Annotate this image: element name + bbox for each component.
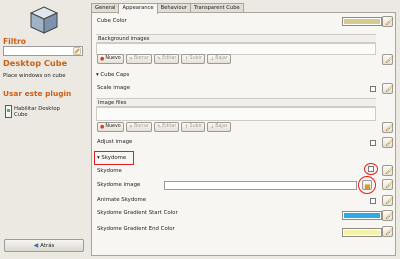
animate-skydome-checkbox[interactable] bbox=[370, 198, 376, 204]
delete-icon: ✕ bbox=[128, 56, 133, 62]
back-button-label: Atrás bbox=[40, 242, 55, 249]
reset-brush-icon: 🖌 bbox=[385, 18, 394, 26]
caps-new-label: Nuevo bbox=[105, 124, 121, 129]
bg-delete-button[interactable]: ✕ Borrar bbox=[125, 54, 152, 64]
reset-brush-icon: 🖌 bbox=[385, 167, 394, 175]
background-images-buttons: ● Nuevo ✕ Borrar ✎ Editar ↑ Subir ↓ Bajar bbox=[97, 54, 231, 64]
gradient-end-label: Skydome Gradient End Color bbox=[97, 226, 175, 232]
caps-down-button[interactable]: ↓ Bajar bbox=[206, 122, 231, 132]
skydome-image-label: Skydome image bbox=[97, 182, 141, 188]
reset-skydome-image-button[interactable]: 🖌 bbox=[382, 179, 394, 190]
reset-brush-icon: 🖌 bbox=[385, 124, 394, 132]
reset-brush-icon: 🖌 bbox=[385, 85, 394, 93]
bg-edit-label: Editar bbox=[162, 56, 177, 61]
down-arrow-icon: ↓ bbox=[209, 56, 215, 62]
reset-brush-icon: 🖌 bbox=[385, 212, 394, 220]
up-arrow-icon: ↑ bbox=[184, 56, 189, 62]
reset-brush-icon: 🖌 bbox=[385, 56, 394, 64]
delete-icon: ✕ bbox=[128, 124, 133, 130]
animate-skydome-label: Animate Skydome bbox=[97, 197, 147, 203]
reset-brush-icon: 🖌 bbox=[385, 228, 394, 236]
enable-plugin-checkbox[interactable] bbox=[5, 105, 12, 118]
cube-color-label: Cube Color bbox=[97, 18, 127, 24]
filter-heading: Filtro bbox=[3, 37, 26, 46]
reset-skydome-button[interactable]: 🖌 bbox=[382, 165, 394, 176]
skydome-image-input[interactable] bbox=[164, 181, 357, 190]
cube-color-button[interactable] bbox=[342, 17, 382, 26]
down-arrow-icon: ↓ bbox=[209, 124, 215, 130]
gradient-start-swatch bbox=[344, 213, 380, 218]
edit-icon: ✎ bbox=[156, 56, 162, 62]
image-files-list[interactable] bbox=[96, 107, 376, 121]
bg-up-label: Subir bbox=[189, 56, 202, 61]
plugin-description: Place windows on cube bbox=[3, 73, 66, 79]
gradient-end-swatch bbox=[344, 230, 380, 235]
gradient-end-color-button[interactable] bbox=[342, 228, 382, 237]
reset-cube-color-button[interactable]: 🖌 bbox=[382, 16, 394, 27]
caps-delete-button[interactable]: ✕ Borrar bbox=[125, 122, 152, 132]
new-icon: ● bbox=[100, 124, 105, 130]
reset-brush-icon: 🖌 bbox=[385, 197, 394, 205]
cube-caps-label: Cube Caps bbox=[100, 72, 130, 78]
reset-gradient-start-button[interactable]: 🖌 bbox=[382, 210, 394, 221]
tab-appearance[interactable]: Appearance bbox=[118, 3, 158, 14]
back-button[interactable]: ◀ Atrás bbox=[4, 239, 84, 252]
cube-logo-icon bbox=[29, 6, 59, 34]
bg-down-button[interactable]: ↓ Bajar bbox=[206, 54, 231, 64]
cube-color-swatch bbox=[344, 19, 380, 24]
reset-brush-icon: 🖌 bbox=[385, 139, 394, 147]
skydome-label: Skydome bbox=[97, 168, 122, 174]
filter-input[interactable] bbox=[3, 46, 83, 56]
skydome-expander[interactable]: ▾ Skydome bbox=[97, 155, 126, 161]
plugin-title: Desktop Cube bbox=[3, 58, 68, 68]
cube-caps-expander[interactable]: ▾ Cube Caps bbox=[96, 72, 129, 78]
background-images-header: Background images bbox=[96, 34, 376, 43]
scale-image-label: Scale image bbox=[97, 85, 131, 91]
bg-delete-label: Borrar bbox=[133, 56, 149, 61]
reset-brush-icon: 🖌 bbox=[385, 181, 394, 189]
bg-new-button[interactable]: ● Nuevo bbox=[97, 54, 124, 64]
adjust-image-checkbox[interactable] bbox=[370, 140, 376, 146]
image-files-buttons: ● Nuevo ✕ Borrar ✎ Editar ↑ Subir ↓ Bajar bbox=[97, 122, 231, 132]
settings-panel: Cube Color 🖌 Background images ● Nuevo ✕ B… bbox=[91, 12, 396, 256]
new-icon: ● bbox=[100, 56, 105, 62]
caps-edit-button[interactable]: ✎ Editar bbox=[153, 122, 180, 132]
bg-new-label: Nuevo bbox=[105, 56, 121, 61]
gradient-start-color-button[interactable] bbox=[342, 211, 382, 220]
caps-down-label: Bajar bbox=[215, 124, 228, 129]
reset-background-images-button[interactable]: 🖌 bbox=[382, 54, 394, 65]
reset-image-files-button[interactable]: 🖌 bbox=[382, 122, 394, 133]
bg-edit-button[interactable]: ✎ Editar bbox=[153, 54, 180, 64]
edit-icon: ✎ bbox=[156, 124, 162, 130]
reset-adjust-image-button[interactable]: 🖌 bbox=[382, 137, 394, 148]
caps-new-button[interactable]: ● Nuevo bbox=[97, 122, 124, 132]
scale-image-checkbox[interactable] bbox=[370, 86, 376, 92]
up-arrow-icon: ↑ bbox=[184, 124, 189, 130]
back-arrow-icon: ◀ bbox=[33, 242, 39, 249]
caps-edit-label: Editar bbox=[162, 124, 177, 129]
skydome-checkbox[interactable] bbox=[368, 166, 374, 172]
reset-scale-image-button[interactable]: 🖌 bbox=[382, 83, 394, 94]
caps-up-label: Subir bbox=[189, 124, 202, 129]
reset-gradient-end-button[interactable]: 🖌 bbox=[382, 226, 394, 237]
caps-up-button[interactable]: ↑ Subir bbox=[181, 122, 205, 132]
sidebar: Filtro Desktop Cube Place windows on cub… bbox=[0, 0, 88, 259]
reset-animate-skydome-button[interactable]: 🖌 bbox=[382, 195, 394, 206]
adjust-image-label: Adjust image bbox=[97, 139, 133, 145]
image-files-header: Image files bbox=[96, 98, 376, 107]
bg-up-button[interactable]: ↑ Subir bbox=[181, 54, 205, 64]
clear-filter-icon[interactable] bbox=[73, 47, 81, 55]
enable-plugin-label[interactable]: Habilitar Desktop Cube bbox=[14, 106, 64, 119]
use-plugin-heading: Usar este plugin bbox=[3, 89, 72, 98]
skydome-section-label: Skydome bbox=[101, 155, 127, 161]
bg-down-label: Bajar bbox=[215, 56, 228, 61]
caps-delete-label: Borrar bbox=[133, 124, 149, 129]
browse-folder-icon[interactable] bbox=[362, 180, 372, 190]
gradient-start-label: Skydome Gradient Start Color bbox=[97, 210, 178, 216]
